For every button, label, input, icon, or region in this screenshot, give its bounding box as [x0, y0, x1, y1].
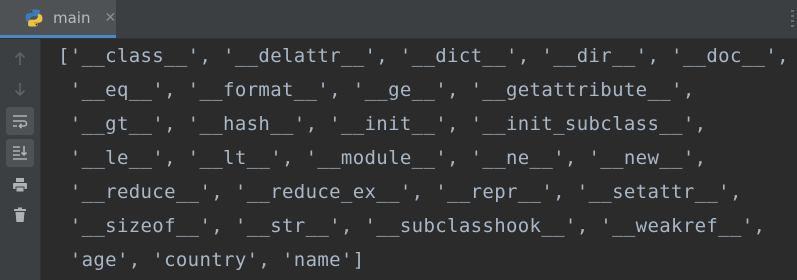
clear-all-icon [14, 207, 26, 222]
python-icon [24, 8, 44, 28]
close-icon[interactable]: ✕ [104, 10, 116, 26]
scroll-down-button[interactable] [6, 75, 34, 103]
console-line: '__reduce__', '__reduce_ex__', '__repr__… [58, 181, 742, 203]
print-button[interactable] [6, 171, 34, 199]
scroll-up-icon [14, 51, 26, 65]
soft-wrap-button[interactable] [6, 107, 34, 135]
console-output[interactable]: ['__class__', '__delattr__', '__dict__',… [58, 40, 797, 280]
vertical-scrollbar[interactable] [791, 39, 797, 280]
soft-wrap-icon [13, 115, 28, 129]
console-toolbar [0, 39, 41, 280]
print-icon [13, 178, 27, 193]
clear-all-button[interactable] [6, 201, 34, 229]
scroll-down-icon [14, 83, 26, 97]
tab-label: main [53, 8, 91, 27]
console-line: '__gt__', '__hash__', '__init__', '__ini… [58, 113, 707, 135]
scroll-up-button[interactable] [6, 45, 34, 73]
run-console-window: main ✕ ['__class__', '__delattr__', '__d… [0, 0, 797, 280]
console-line: '__le__', '__lt__', '__module__', '__ne_… [58, 147, 707, 169]
scroll-to-end-button[interactable] [6, 139, 34, 167]
tab-overflow-handle[interactable] [787, 6, 797, 32]
console-line: 'age', 'country', 'name'] [58, 249, 365, 271]
drag-handle-icon [790, 10, 794, 28]
tab-bar: main ✕ [0, 0, 797, 39]
tab-main[interactable]: main ✕ [0, 0, 116, 38]
scroll-to-end-icon [13, 146, 28, 160]
console-line: ['__class__', '__delattr__', '__dict__',… [58, 45, 789, 67]
console-line: '__sizeof__', '__str__', '__subclasshook… [58, 215, 766, 237]
console-line: '__eq__', '__format__', '__ge__', '__get… [58, 79, 695, 101]
